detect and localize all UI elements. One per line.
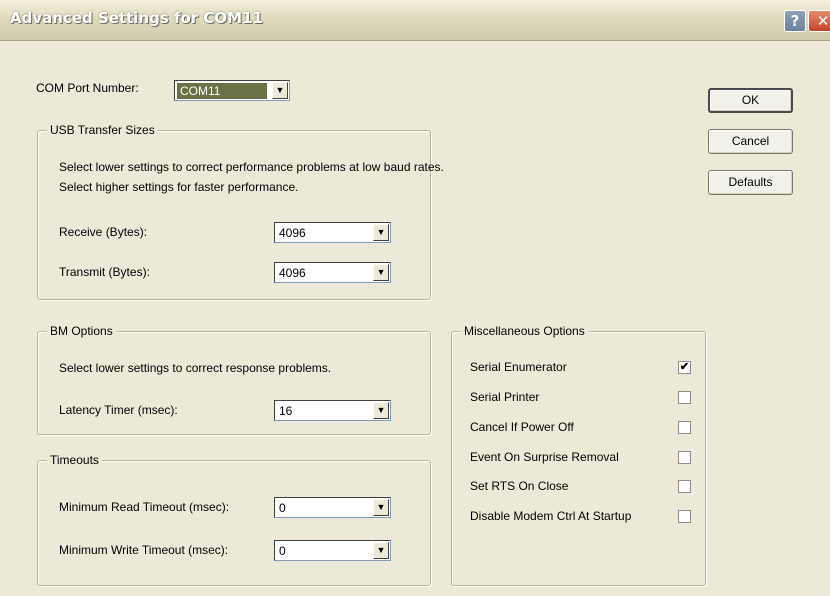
usb-transfer-title: USB Transfer Sizes: [47, 123, 158, 137]
chevron-down-icon[interactable]: ▼: [373, 224, 389, 241]
write-timeout-select[interactable]: 0 ▼: [274, 540, 391, 561]
ok-button[interactable]: OK: [708, 88, 793, 113]
disable-modem-ctrl-checkbox[interactable]: [678, 510, 691, 523]
event-on-surprise-removal-checkbox[interactable]: [678, 451, 691, 464]
defaults-button[interactable]: Defaults: [708, 170, 793, 195]
read-timeout-select[interactable]: 0 ▼: [274, 497, 391, 518]
timeouts-group: Timeouts: [37, 453, 431, 586]
write-timeout-value: 0: [279, 544, 286, 558]
transmit-select[interactable]: 4096 ▼: [274, 262, 391, 283]
usb-transfer-line2: Select higher settings for faster perfor…: [59, 180, 299, 194]
chevron-down-icon[interactable]: ▼: [272, 82, 288, 99]
write-timeout-label: Minimum Write Timeout (msec):: [59, 543, 229, 557]
receive-value: 4096: [279, 226, 306, 240]
usb-transfer-line1: Select lower settings to correct perform…: [59, 160, 444, 174]
close-button[interactable]: ✕: [808, 10, 830, 32]
misc-item-label: Disable Modem Ctrl At Startup: [470, 509, 632, 523]
latency-label: Latency Timer (msec):: [59, 403, 178, 417]
misc-item-label: Serial Printer: [470, 390, 540, 404]
com-port-select[interactable]: COM11 ▼: [174, 80, 290, 101]
misc-item-label: Event On Surprise Removal: [470, 450, 619, 464]
help-button[interactable]: ?: [784, 10, 806, 32]
latency-select[interactable]: 16 ▼: [274, 400, 391, 421]
com-port-value: COM11: [177, 83, 267, 99]
cancel-button[interactable]: Cancel: [708, 129, 793, 154]
bm-options-title: BM Options: [47, 324, 116, 338]
chevron-down-icon[interactable]: ▼: [373, 402, 389, 419]
timeouts-title: Timeouts: [47, 453, 102, 467]
receive-select[interactable]: 4096 ▼: [274, 222, 391, 243]
chevron-down-icon[interactable]: ▼: [373, 264, 389, 281]
chevron-down-icon[interactable]: ▼: [373, 499, 389, 516]
serial-enumerator-checkbox[interactable]: ✔: [678, 361, 691, 374]
bm-options-description: Select lower settings to correct respons…: [59, 361, 332, 375]
window-title: Advanced Settings for COM11: [10, 9, 263, 27]
read-timeout-value: 0: [279, 501, 286, 515]
com-port-label: COM Port Number:: [36, 81, 139, 95]
transmit-label: Transmit (Bytes):: [59, 265, 150, 279]
title-bar[interactable]: Advanced Settings for COM11 ? ✕: [0, 0, 830, 41]
transmit-value: 4096: [279, 266, 306, 280]
misc-options-title: Miscellaneous Options: [461, 324, 588, 338]
chevron-down-icon[interactable]: ▼: [373, 542, 389, 559]
set-rts-on-close-checkbox[interactable]: [678, 480, 691, 493]
latency-value: 16: [279, 404, 293, 418]
receive-label: Receive (Bytes):: [59, 225, 148, 239]
cancel-if-power-off-checkbox[interactable]: [678, 421, 691, 434]
serial-printer-checkbox[interactable]: [678, 391, 691, 404]
dialog-window: Advanced Settings for COM11 ? ✕ COM Port…: [0, 0, 830, 596]
misc-item-label: Set RTS On Close: [470, 479, 569, 493]
misc-item-label: Serial Enumerator: [470, 360, 567, 374]
misc-item-label: Cancel If Power Off: [470, 420, 574, 434]
read-timeout-label: Minimum Read Timeout (msec):: [59, 500, 230, 514]
